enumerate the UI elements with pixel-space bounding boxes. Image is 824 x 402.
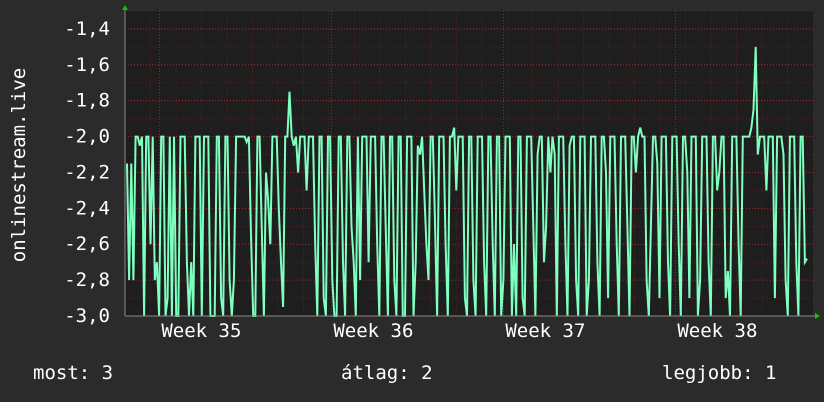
- y-tick-label: -2,2: [64, 161, 110, 183]
- y-tick-labels: -1,4 -1,6 -1,8 -2,0 -2,2 -2,4 -2,6 -2,8 -3,0: [64, 18, 110, 327]
- x-tick-label: Week 35: [161, 320, 241, 342]
- best-value: legjobb: 1: [662, 362, 777, 384]
- y-tick-label: -1,8: [64, 90, 110, 112]
- average-value: átlag: 2: [341, 362, 433, 384]
- y-axis-arrow: [122, 5, 128, 10]
- y-axis-label: onlinestream.live: [8, 68, 30, 262]
- y-tick-label: -2,0: [64, 126, 110, 148]
- y-tick-label: -2,6: [64, 233, 110, 255]
- x-tick-label: Week 37: [505, 320, 585, 342]
- y-tick-label: -2,4: [64, 197, 110, 219]
- x-tick-labels: Week 35 Week 36 Week 37 Week 38: [161, 320, 757, 342]
- x-axis-arrow: [815, 313, 820, 319]
- y-tick-label: -1,6: [64, 54, 110, 76]
- x-tick-label: Week 36: [333, 320, 413, 342]
- chart: -1,4 -1,6 -1,8 -2,0 -2,2 -2,4 -2,6 -2,8 -3,0 Wee…: [0, 0, 824, 402]
- x-tick-label: Week 38: [677, 320, 757, 342]
- chart-svg: -1,4 -1,6 -1,8 -2,0 -2,2 -2,4 -2,6 -2,8 -3,0 Wee…: [8, 5, 820, 342]
- y-tick-label: -3,0: [64, 305, 110, 327]
- current-value: most: 3: [33, 362, 114, 384]
- y-tick-label: -1,4: [64, 18, 110, 40]
- y-tick-label: -2,8: [64, 269, 110, 291]
